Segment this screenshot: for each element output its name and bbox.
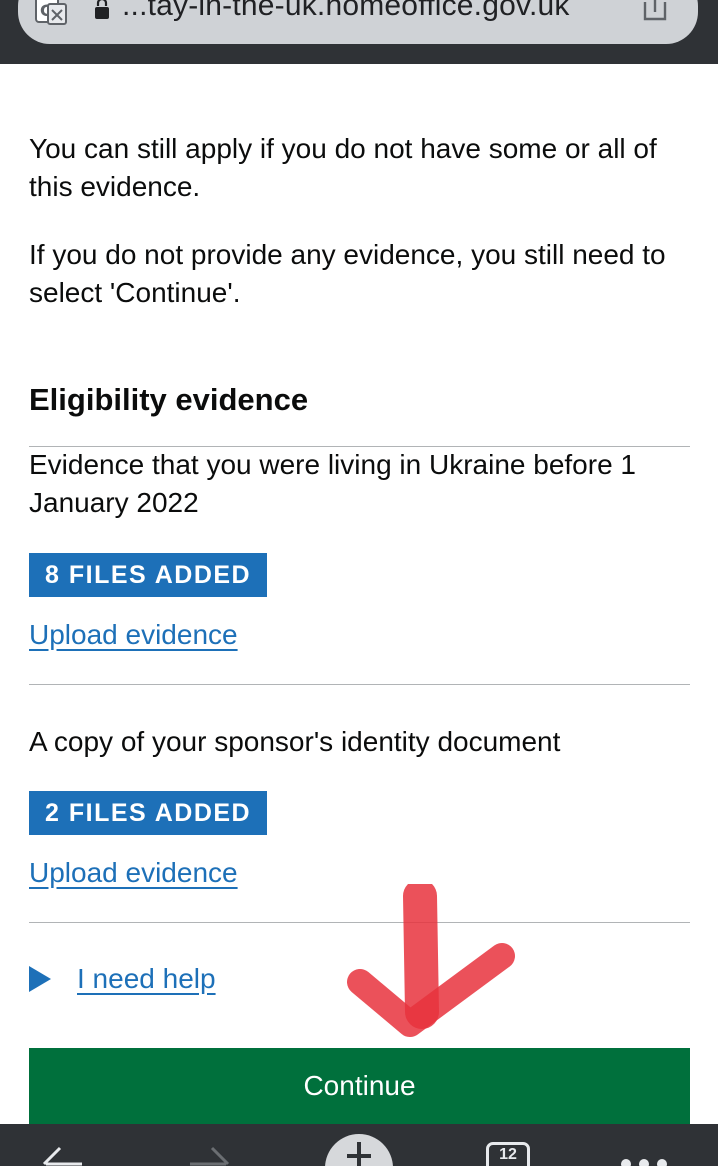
expand-triangle-icon[interactable] [29, 966, 51, 992]
back-icon[interactable] [38, 1124, 86, 1166]
page-content: You can still apply if you do not have s… [0, 64, 718, 1124]
share-icon[interactable] [642, 0, 668, 22]
translate-icon[interactable]: G [34, 0, 70, 26]
url-text[interactable]: ...tay-in-the-uk.homeoffice.gov.uk [122, 0, 570, 24]
tabs-icon[interactable]: 12 [486, 1142, 530, 1166]
new-tab-icon[interactable] [323, 1124, 395, 1166]
more-icon[interactable] [614, 1124, 674, 1166]
browser-bottom-bar: 12 [0, 1124, 718, 1166]
browser-top-bar: G ...tay-in-the-uk.homeoffice.gov.uk [0, 0, 718, 64]
tabs-count: 12 [499, 1146, 517, 1163]
divider [29, 684, 690, 685]
intro-paragraph-2: If you do not provide any evidence, you … [29, 239, 666, 308]
evidence-label-sponsor-id: A copy of your sponsor's identity docume… [29, 726, 561, 757]
help-link[interactable]: I need help [77, 960, 216, 998]
section-heading: Eligibility evidence [29, 382, 309, 417]
upload-evidence-link[interactable]: Upload evidence [29, 616, 238, 654]
lock-icon [95, 0, 109, 19]
evidence-label-ukraine: Evidence that you were living in Ukraine… [29, 449, 637, 518]
upload-evidence-link[interactable]: Upload evidence [29, 854, 238, 892]
files-added-tag: 8 FILES ADDED [29, 553, 268, 597]
intro-paragraph-1: You can still apply if you do not have s… [29, 133, 657, 202]
continue-button[interactable]: Continue [29, 1048, 690, 1124]
divider [29, 922, 690, 923]
forward-icon[interactable] [186, 1124, 234, 1166]
files-added-tag: 2 FILES ADDED [29, 791, 268, 835]
